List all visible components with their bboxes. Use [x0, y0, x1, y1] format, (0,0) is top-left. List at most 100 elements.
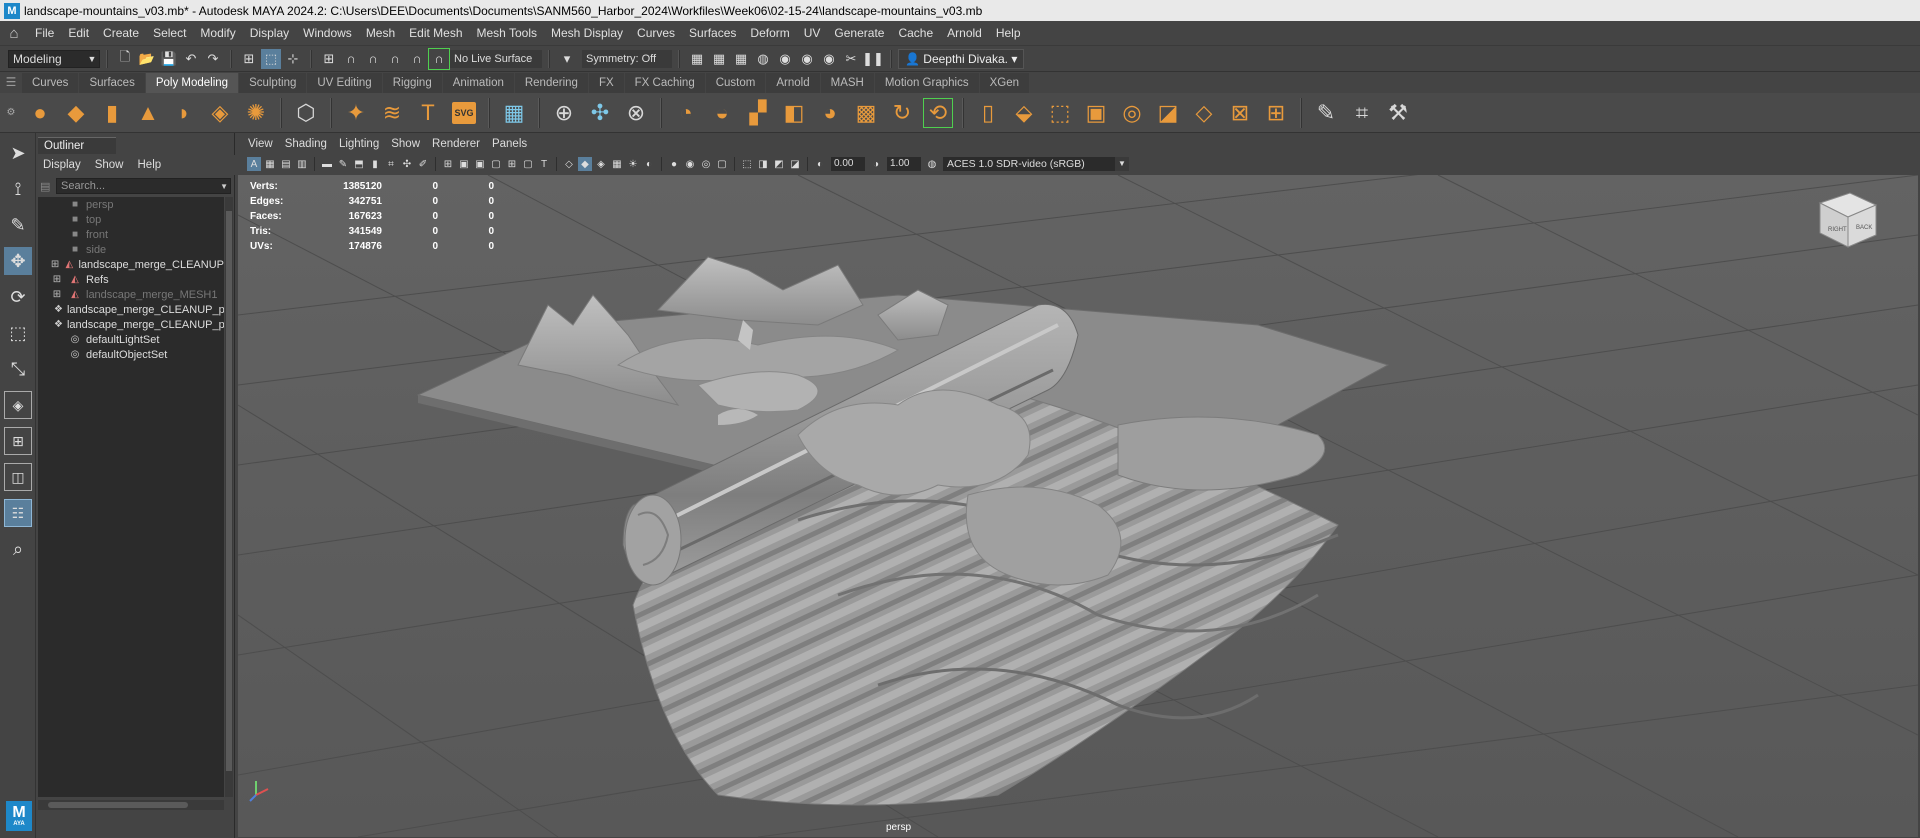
shelf-tab-fx-caching[interactable]: FX Caching [624, 73, 705, 93]
wireframe-icon[interactable]: ◇ [562, 157, 576, 171]
screen-space-ao-icon[interactable]: ● [667, 157, 681, 171]
motion-blur-icon[interactable]: ◉ [683, 157, 697, 171]
outliner-search-input[interactable]: Search... ▼ [56, 178, 231, 194]
snap-point-icon[interactable]: ∩ [363, 49, 383, 69]
field-chart-icon[interactable]: ⊞ [505, 157, 519, 171]
shelf-tab-sculpting[interactable]: Sculpting [239, 73, 307, 93]
view-transform-dropdown[interactable]: ACES 1.0 SDR-video (sRGB) ▼ [943, 157, 1129, 171]
gamma-icon[interactable]: ◑ [869, 157, 883, 171]
snap-live-surface-icon[interactable]: ∩ [407, 49, 427, 69]
grid-icon[interactable]: ⊞ [441, 157, 455, 171]
menu-file[interactable]: File [28, 26, 61, 40]
menu-deform[interactable]: Deform [743, 26, 796, 40]
shelf-tab-rendering[interactable]: Rendering [514, 73, 588, 93]
select-by-object-icon[interactable]: ⬚ [261, 48, 281, 69]
move-tool-icon[interactable]: ✥ [4, 247, 32, 275]
shelf-tab-surfaces[interactable]: Surfaces [79, 73, 145, 93]
type-tool-icon[interactable]: T [414, 99, 442, 127]
poly-torus-icon[interactable]: ◗ [170, 99, 198, 127]
select-tool-icon[interactable]: ➤ [4, 139, 32, 167]
poly-cone-icon[interactable]: ▲ [134, 99, 162, 127]
safe-action-icon[interactable]: ▢ [521, 157, 535, 171]
viewport-menu-lighting[interactable]: Lighting [333, 138, 385, 150]
exposure-icon[interactable]: ◐ [813, 157, 827, 171]
reset-transform-icon[interactable]: ⊗ [622, 99, 650, 127]
menu-cache[interactable]: Cache [891, 26, 940, 40]
search-icon[interactable]: ⌕ [4, 535, 32, 563]
outliner-item[interactable]: ◎ defaultLightSet [38, 332, 224, 347]
four-pane-layout-icon[interactable]: ⊞ [4, 427, 32, 455]
delete-edge-icon[interactable]: ◇ [1190, 99, 1218, 127]
expand-icon[interactable]: ⊞ [50, 259, 60, 270]
sweep-mesh-icon[interactable]: ≋ [378, 99, 406, 127]
merge-icon[interactable]: ◪ [1154, 99, 1182, 127]
home-icon[interactable]: ⌂ [0, 25, 28, 42]
render-frame-icon[interactable]: ▦ [709, 49, 729, 69]
extrude-icon[interactable]: ▯ [974, 99, 1002, 127]
bridge-icon[interactable]: ⟲ [923, 97, 953, 128]
poly-cylinder-icon[interactable]: ▮ [98, 99, 126, 127]
shelf-tab-fx[interactable]: FX [588, 73, 624, 93]
arnold-tools-icon[interactable]: ✂ [841, 49, 861, 69]
outliner-item[interactable]: ■ persp [38, 197, 224, 212]
outliner-item[interactable]: ◎ defaultObjectSet [38, 347, 224, 362]
select-camera-icon[interactable]: A [247, 157, 261, 171]
menuset-dropdown[interactable]: Modeling ▼ [8, 49, 100, 68]
shelf-tab-rigging[interactable]: Rigging [382, 73, 442, 93]
viewport-menu-view[interactable]: View [242, 138, 279, 150]
select-by-hierarchy-icon[interactable]: ⊞ [239, 49, 259, 69]
grease-pencil-icon[interactable]: ✎ [336, 157, 350, 171]
expand-icon[interactable]: ⊞ [50, 274, 64, 285]
shelf-tab-poly-modeling[interactable]: Poly Modeling [145, 73, 239, 93]
select-by-component-icon[interactable]: ⊹ [283, 49, 303, 69]
color-management-icon[interactable]: ◍ [925, 157, 939, 171]
xray-icon[interactable]: ◨ [756, 157, 770, 171]
symmetry-dropdown-icon[interactable]: ▾ [557, 49, 577, 69]
outliner-item[interactable]: ⊞ ◭ landscape_merge_CLEANUP [38, 257, 224, 272]
safe-title-icon[interactable]: T [537, 157, 551, 171]
open-scene-icon[interactable]: 📂 [137, 49, 157, 69]
expand-icon[interactable]: ⊞ [50, 289, 64, 300]
mirror-icon[interactable]: ↻ [888, 99, 916, 127]
reduce-icon[interactable]: ▩ [852, 99, 880, 127]
outliner-item[interactable]: ⊞ ◭ Refs [38, 272, 224, 287]
pause-icon[interactable]: ❚❚ [862, 49, 884, 69]
3d-viewport[interactable]: RIGHT BACK Verts: 1385120 0 0 Edges: 342751 0… [238, 175, 1918, 837]
menu-uv[interactable]: UV [797, 26, 828, 40]
gate-mask-icon[interactable]: ▢ [489, 157, 503, 171]
2d-pan-zoom-icon[interactable]: ▬ [320, 157, 334, 171]
playblast-icon[interactable]: ⬒ [352, 157, 366, 171]
snap-grid-icon[interactable]: ⊞ [319, 49, 339, 69]
shelf-tab-motion-graphics[interactable]: Motion Graphics [874, 73, 979, 93]
extract-icon[interactable]: ▞ [744, 99, 772, 127]
ipr-render-icon[interactable]: ▦ [731, 49, 751, 69]
shelf-tab-custom[interactable]: Custom [705, 73, 766, 93]
menu-modify[interactable]: Modify [193, 26, 242, 40]
paint-select-icon[interactable]: ✎ [4, 211, 32, 239]
triangulate-icon[interactable]: ⊠ [1226, 99, 1254, 127]
insert-edge-loop-icon[interactable]: ⌗ [1348, 99, 1376, 127]
undo-icon[interactable]: ↶ [181, 49, 201, 69]
redo-icon[interactable]: ↷ [203, 49, 223, 69]
shelf-tab-mash[interactable]: MASH [820, 73, 874, 93]
outliner-item[interactable]: ■ front [38, 227, 224, 242]
menu-generate[interactable]: Generate [827, 26, 891, 40]
camera-layers-icon[interactable]: ⌗ [384, 157, 398, 171]
wireframe-on-shaded-icon[interactable]: ◈ [594, 157, 608, 171]
render-settings-icon[interactable]: ◍ [753, 49, 773, 69]
bookmark-icon[interactable]: ▮ [368, 157, 382, 171]
bridge-edge-icon[interactable]: ⬚ [1046, 99, 1074, 127]
arnold-render-icon[interactable]: ◉ [797, 49, 817, 69]
quadrangulate-icon[interactable]: ⊞ [1262, 99, 1290, 127]
outliner-layout-icon[interactable]: ☷ [4, 499, 32, 527]
shelf-options-icon[interactable]: ⚙ [0, 93, 22, 133]
menu-mesh[interactable]: Mesh [359, 26, 402, 40]
scroll-thumb[interactable] [226, 211, 232, 771]
manipulator-tool-icon[interactable]: ⤡ [4, 355, 32, 383]
outliner-item[interactable]: ❖landscape_merge_CLEANUP_polySurf [38, 302, 224, 317]
super-shape-icon[interactable]: ✦ [342, 99, 370, 127]
uv-editor-icon[interactable]: ▦ [500, 99, 528, 127]
menu-select[interactable]: Select [146, 26, 193, 40]
film-gate-icon[interactable]: ▣ [457, 157, 471, 171]
menu-mesh-tools[interactable]: Mesh Tools [470, 26, 544, 40]
